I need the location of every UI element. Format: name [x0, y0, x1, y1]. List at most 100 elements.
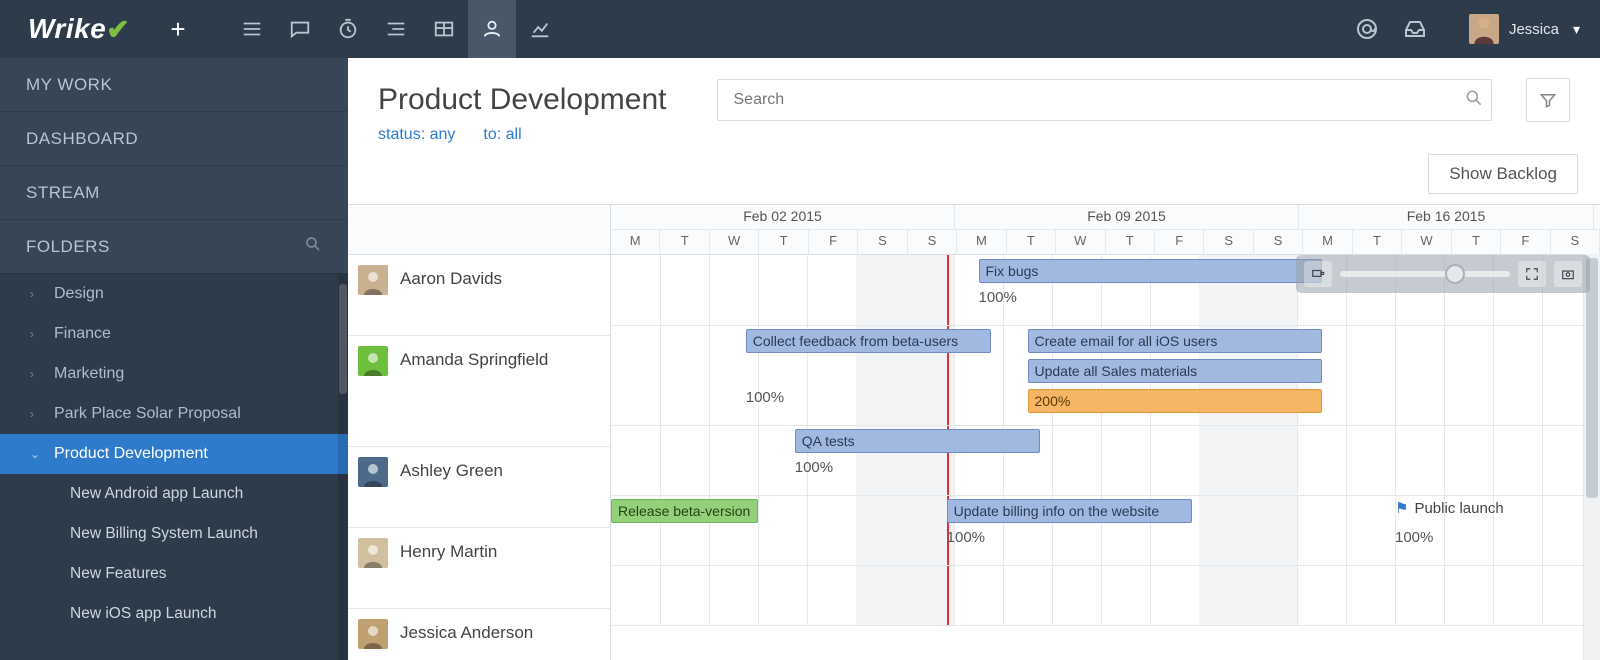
logo[interactable]: Wrike✔	[0, 13, 153, 46]
inbox-icon[interactable]	[1391, 17, 1439, 41]
list-icon[interactable]	[228, 0, 276, 58]
person-row[interactable]: Henry Martin	[348, 528, 610, 609]
folder-label: New iOS app Launch	[70, 605, 216, 623]
workload-pct: 100%	[746, 389, 784, 406]
search-input[interactable]	[717, 79, 1493, 121]
task-bar[interactable]: Create email for all iOS users	[1028, 329, 1322, 353]
day-label: F	[1155, 230, 1204, 255]
day-label: F	[1501, 230, 1550, 255]
timer-icon[interactable]	[324, 0, 372, 58]
week-label: Feb 09 2015	[955, 205, 1299, 229]
folder-label: Design	[54, 285, 104, 303]
milestone-label: Public launch	[1414, 500, 1503, 517]
fullscreen-icon[interactable]	[1518, 261, 1546, 287]
filter-status[interactable]: status: any	[378, 126, 455, 144]
flag-icon: ⚑	[1395, 499, 1408, 517]
task-bar[interactable]: Update all Sales materials	[1028, 359, 1322, 383]
task-bar[interactable]: Collect feedback from beta-users	[746, 329, 991, 353]
day-label: M	[611, 230, 660, 255]
sidebar-item-dashboard[interactable]: DASHBOARD	[0, 111, 348, 165]
person-row[interactable]: Jessica Anderson	[348, 609, 610, 660]
main-panel: Product Development status: any to: all …	[348, 58, 1600, 660]
person-row[interactable]: Ashley Green	[348, 447, 610, 528]
sidebar-item-mywork[interactable]: MY WORK	[0, 58, 348, 111]
sidebar-item-folders[interactable]: FOLDERS	[0, 219, 348, 273]
timeline-row: QA tests 100%	[611, 425, 1600, 496]
caret-down-icon: ▾	[1573, 21, 1580, 38]
person-name: Amanda Springfield	[400, 346, 548, 370]
avatar	[358, 265, 388, 295]
task-bar[interactable]: QA tests	[795, 429, 1040, 453]
timeline-row	[611, 565, 1600, 626]
chat-icon[interactable]	[276, 0, 324, 58]
workload-icon[interactable]	[468, 0, 516, 58]
timeline-row: Collect feedback from beta-users Create e…	[611, 325, 1600, 426]
day-label: T	[759, 230, 808, 255]
day-label: M	[957, 230, 1006, 255]
page-title: Product Development	[378, 83, 667, 117]
day-label: M	[1303, 230, 1352, 255]
folder-item[interactable]: ⌄Product Development	[0, 434, 348, 474]
avatar	[1469, 14, 1499, 44]
avatar	[358, 619, 388, 649]
zoom-slider[interactable]	[1340, 271, 1510, 277]
sidebar-item-stream[interactable]: STREAM	[0, 165, 348, 219]
week-label: Feb 16 2015	[1299, 205, 1594, 229]
workload-pct: 100%	[795, 459, 833, 476]
folders-label: FOLDERS	[26, 237, 110, 257]
chevron-icon: ›	[30, 287, 44, 301]
snapshot-icon[interactable]	[1554, 261, 1582, 287]
gantt-timeline: Feb 02 2015Feb 09 2015Feb 16 2015 MTWTFS…	[611, 205, 1600, 660]
avatar	[358, 346, 388, 376]
add-button[interactable]: +	[153, 14, 203, 45]
show-backlog-button[interactable]: Show Backlog	[1428, 154, 1578, 194]
zoom-handle[interactable]	[1445, 264, 1465, 284]
table-icon[interactable]	[420, 0, 468, 58]
timeline-header: Feb 02 2015Feb 09 2015Feb 16 2015 MTWTFS…	[611, 205, 1600, 255]
day-label: F	[809, 230, 858, 255]
folder-item[interactable]: ›Marketing	[0, 354, 348, 394]
folder-label: New Billing System Launch	[70, 525, 258, 543]
zoom-toolbar[interactable]	[1296, 255, 1590, 293]
workload-pct: 100%	[1395, 529, 1433, 546]
task-bar[interactable]: Fix bugs	[979, 259, 1322, 283]
folder-item[interactable]: New iOS app Launch	[0, 594, 348, 634]
day-label: S	[908, 230, 957, 255]
folder-item[interactable]: ›Finance	[0, 314, 348, 354]
person-name: Jessica Anderson	[400, 619, 533, 643]
task-bar[interactable]: 200%	[1028, 389, 1322, 413]
toolbar-view-icons	[228, 0, 564, 58]
filter-button[interactable]	[1526, 78, 1570, 122]
folder-item[interactable]: › Design	[0, 274, 348, 314]
workload-pct: 100%	[979, 289, 1017, 306]
folder-item[interactable]: New Android app Launch	[0, 474, 348, 514]
analytics-icon[interactable]	[516, 0, 564, 58]
task-bar[interactable]: Release beta-version	[611, 499, 758, 523]
sidebar: MY WORK DASHBOARD STREAM FOLDERS › Design…	[0, 58, 348, 660]
task-bar[interactable]: Update billing info on the website	[947, 499, 1192, 523]
day-label: T	[1353, 230, 1402, 255]
folder-item[interactable]: ›Park Place Solar Proposal	[0, 394, 348, 434]
folder-item[interactable]: New Billing System Launch	[0, 514, 348, 554]
day-label: S	[858, 230, 907, 255]
mentions-icon[interactable]	[1343, 17, 1391, 41]
sidebar-scrollbar[interactable]	[338, 274, 348, 660]
indent-icon[interactable]	[372, 0, 420, 58]
day-label: W	[1056, 230, 1105, 255]
folder-label: Park Place Solar Proposal	[54, 405, 241, 423]
filter-to[interactable]: to: all	[483, 126, 521, 144]
chevron-icon: ›	[30, 367, 44, 381]
person-row[interactable]: Aaron Davids	[348, 255, 610, 336]
day-label: T	[1452, 230, 1501, 255]
search-icon[interactable]	[1464, 88, 1484, 111]
zoom-mode-icon[interactable]	[1304, 261, 1332, 287]
user-menu[interactable]: Jessica ▾	[1469, 14, 1580, 44]
day-label: W	[1402, 230, 1451, 255]
timeline-scrollbar[interactable]	[1583, 254, 1600, 660]
folder-item[interactable]: New Features	[0, 554, 348, 594]
person-row[interactable]: Amanda Springfield	[348, 336, 610, 447]
person-name: Aaron Davids	[400, 265, 502, 289]
milestone[interactable]: ⚑ Public launch	[1395, 499, 1504, 517]
search-icon[interactable]	[304, 235, 322, 258]
user-name-label: Jessica	[1509, 21, 1559, 38]
